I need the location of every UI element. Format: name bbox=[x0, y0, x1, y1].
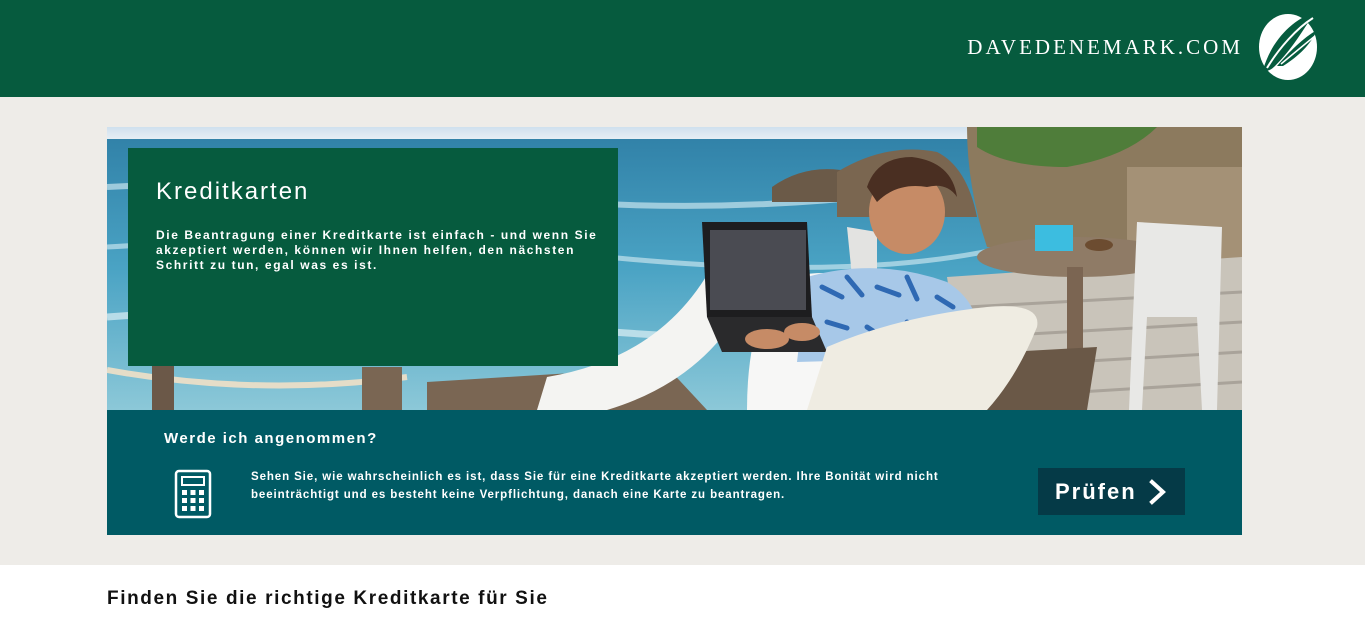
eligibility-bar: Werde ich angenommen? Sehen Sie, wie wah… bbox=[107, 410, 1242, 535]
promo-box: Kreditkarten Die Beantragung einer Kredi… bbox=[128, 148, 618, 366]
check-button[interactable]: Prüfen bbox=[1038, 468, 1185, 515]
eligibility-title: Werde ich angenommen? bbox=[164, 430, 378, 447]
eligibility-text: Sehen Sie, wie wahrscheinlich es ist, da… bbox=[251, 471, 939, 501]
brand-name: DAVEDENEMARK.COM bbox=[967, 34, 1243, 59]
site-header: DAVEDENEMARK.COM bbox=[0, 0, 1365, 97]
feather-globe-icon bbox=[1259, 12, 1317, 80]
chevron-right-icon bbox=[1148, 478, 1166, 505]
promo-title: Kreditkarten bbox=[156, 178, 310, 205]
calculator-icon bbox=[174, 469, 212, 519]
promo-text: Die Beantragung einer Kreditkarte ist ei… bbox=[156, 228, 598, 272]
brand-link[interactable]: DAVEDENEMARK.COM bbox=[967, 8, 1319, 82]
check-button-label: Prüfen bbox=[1055, 478, 1137, 504]
section-title: Finden Sie die richtige Kreditkarte für … bbox=[107, 588, 549, 609]
